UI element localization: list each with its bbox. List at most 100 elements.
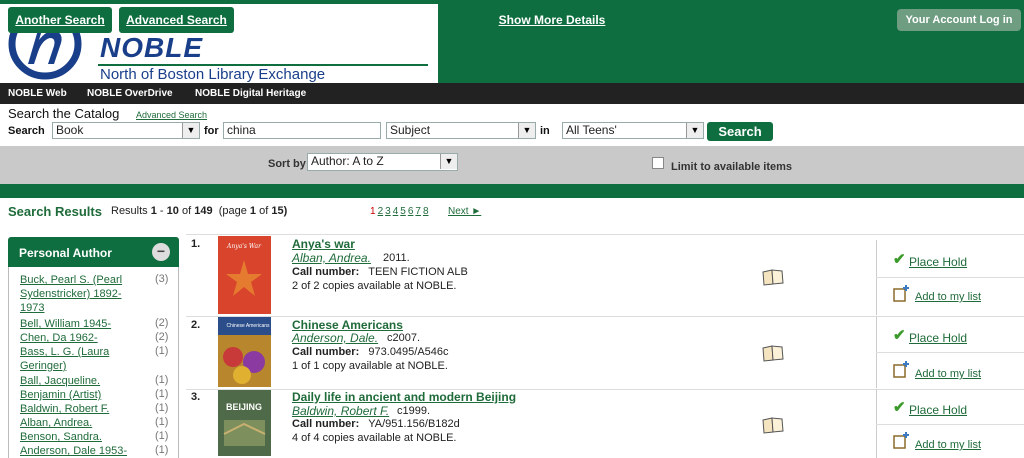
green-divider bbox=[0, 184, 1024, 198]
account-login-button[interactable]: Your Account Log in bbox=[897, 9, 1021, 31]
another-search-button[interactable]: Another Search bbox=[8, 7, 112, 33]
result-call-number: Call number: YA/951.156/B182d bbox=[292, 418, 460, 430]
facet-item[interactable]: Chen, Da 1962- bbox=[20, 331, 140, 345]
facet-header: Personal Author − bbox=[8, 237, 179, 267]
facet-item[interactable]: Buck, Pearl S. (Pearl Sydenstricker) 189… bbox=[20, 273, 140, 315]
row-separator bbox=[186, 234, 1024, 235]
result-number: 2. bbox=[191, 319, 201, 331]
page-link[interactable]: 6 bbox=[408, 206, 414, 217]
search-scope-select[interactable]: All Teens' ▼ bbox=[562, 122, 704, 139]
facet-count: (1) bbox=[155, 345, 169, 357]
facet-count: (1) bbox=[155, 388, 169, 400]
book-format-icon bbox=[762, 417, 784, 434]
facet-title: Personal Author bbox=[19, 246, 112, 260]
facet-item[interactable]: Bass, L. G. (Laura Geringer) bbox=[20, 345, 120, 373]
facet-count: (1) bbox=[155, 430, 169, 442]
facet-count: (1) bbox=[155, 416, 169, 428]
facet-count: (1) bbox=[155, 374, 169, 386]
result-date: 2011. bbox=[383, 252, 410, 264]
facet-item[interactable]: Anderson, Dale 1953- bbox=[20, 444, 140, 458]
search-button[interactable]: Search bbox=[707, 122, 773, 141]
nav-noble-digital-heritage[interactable]: NOBLE Digital Heritage bbox=[195, 83, 306, 104]
add-to-list-icon bbox=[893, 432, 909, 449]
limit-available-label: Limit to available items bbox=[671, 161, 793, 173]
advanced-search-link[interactable]: Advanced Search bbox=[136, 110, 207, 120]
search-input[interactable]: china bbox=[223, 122, 381, 139]
checkmark-icon: ✔ bbox=[893, 399, 906, 416]
place-hold-link[interactable]: Place Hold bbox=[909, 255, 967, 269]
nav-noble-web[interactable]: NOBLE Web bbox=[8, 83, 67, 104]
results-info: Results 1 - 10 of 149 (page 1 of 15) bbox=[111, 205, 288, 217]
page-link[interactable]: 4 bbox=[393, 206, 399, 217]
chevron-down-icon: ▼ bbox=[440, 154, 457, 169]
next-page-link[interactable]: Next ► bbox=[448, 206, 481, 217]
result-date: c1999. bbox=[397, 405, 431, 417]
for-label: for bbox=[204, 125, 219, 137]
result-number: 3. bbox=[191, 391, 201, 403]
search-label: Search bbox=[8, 125, 45, 137]
facet-count: (2) bbox=[155, 331, 169, 343]
book-format-icon bbox=[762, 269, 784, 286]
result-title-link[interactable]: Chinese Americans bbox=[292, 318, 403, 332]
nav-noble-overdrive[interactable]: NOBLE OverDrive bbox=[87, 83, 173, 104]
logo-name: NOBLE bbox=[100, 32, 203, 63]
add-to-list-link[interactable]: Add to my list bbox=[915, 291, 981, 303]
collapse-icon[interactable]: − bbox=[152, 243, 170, 261]
facet-item[interactable]: Alban, Andrea. bbox=[20, 416, 140, 430]
facet-count: (3) bbox=[155, 273, 169, 285]
book-cover-image[interactable]: Anya's War bbox=[218, 236, 271, 314]
show-more-details-button[interactable]: Show More Details bbox=[491, 7, 613, 33]
facet-item[interactable]: Benjamin (Artist) bbox=[20, 388, 140, 402]
book-cover-image[interactable]: BEIJING bbox=[218, 390, 271, 456]
facet-count: (2) bbox=[155, 317, 169, 329]
place-hold-link[interactable]: Place Hold bbox=[909, 403, 967, 417]
limit-available-checkbox[interactable] bbox=[652, 157, 664, 169]
result-author-link[interactable]: Baldwin, Robert F. bbox=[292, 404, 389, 418]
logo-subtitle: North of Boston Library Exchange bbox=[100, 66, 326, 83]
add-to-list-link[interactable]: Add to my list bbox=[915, 439, 981, 451]
result-author-link[interactable]: Alban, Andrea. bbox=[292, 251, 371, 265]
facet-item[interactable]: Ball, Jacqueline. bbox=[20, 374, 140, 388]
facet-item[interactable]: Baldwin, Robert F. bbox=[20, 402, 140, 416]
sort-by-label: Sort by bbox=[268, 158, 306, 170]
results-toolbar bbox=[0, 146, 1024, 184]
result-availability: 1 of 1 copy available at NOBLE. bbox=[292, 360, 448, 372]
add-to-list-icon bbox=[893, 285, 909, 302]
result-availability: 4 of 4 copies available at NOBLE. bbox=[292, 432, 457, 444]
page-link[interactable]: 2 bbox=[378, 206, 384, 217]
advanced-search-button[interactable]: Advanced Search bbox=[119, 7, 234, 33]
add-to-list-link[interactable]: Add to my list bbox=[915, 368, 981, 380]
result-title-link[interactable]: Daily life in ancient and modern Beijing bbox=[292, 390, 516, 404]
search-results-title: Search Results bbox=[8, 204, 102, 219]
result-call-number: Call number: TEEN FICTION ALB bbox=[292, 266, 468, 278]
result-date: c2007. bbox=[387, 332, 421, 344]
pagination: 12345678 bbox=[370, 206, 431, 217]
page-link[interactable]: 3 bbox=[385, 206, 391, 217]
facet-item[interactable]: Bell, William 1945- bbox=[20, 317, 140, 331]
place-hold-link[interactable]: Place Hold bbox=[909, 331, 967, 345]
search-title: Search the Catalog bbox=[8, 106, 120, 121]
sort-value: Author: A to Z bbox=[311, 154, 384, 168]
action-divider bbox=[876, 424, 1024, 425]
search-field-value: Subject bbox=[390, 123, 431, 137]
page-link[interactable]: 5 bbox=[400, 206, 406, 217]
result-author-link[interactable]: Anderson, Dale. bbox=[292, 331, 378, 345]
page-link[interactable]: 8 bbox=[423, 206, 429, 217]
search-field-select[interactable]: Subject ▼ bbox=[386, 122, 536, 139]
action-divider bbox=[876, 277, 1024, 278]
page-link[interactable]: 7 bbox=[415, 206, 421, 217]
book-cover-image[interactable]: Chinese Americans bbox=[218, 317, 271, 387]
cover-title: BEIJING bbox=[226, 402, 262, 412]
facet-count: (1) bbox=[155, 444, 169, 456]
result-number: 1. bbox=[191, 238, 201, 250]
search-type-select[interactable]: Book ▼ bbox=[52, 122, 200, 139]
result-availability: 2 of 2 copies available at NOBLE. bbox=[292, 280, 457, 292]
facet-item[interactable]: Benson, Sandra. bbox=[20, 430, 140, 444]
result-title-link[interactable]: Anya's war bbox=[292, 237, 355, 251]
result-call-number: Call number: 973.0495/A546c bbox=[292, 346, 449, 358]
book-format-icon bbox=[762, 345, 784, 362]
facet-count: (1) bbox=[155, 402, 169, 414]
add-to-list-icon bbox=[893, 361, 909, 378]
sort-select[interactable]: Author: A to Z ▼ bbox=[307, 153, 458, 171]
page-link-current: 1 bbox=[370, 206, 376, 217]
